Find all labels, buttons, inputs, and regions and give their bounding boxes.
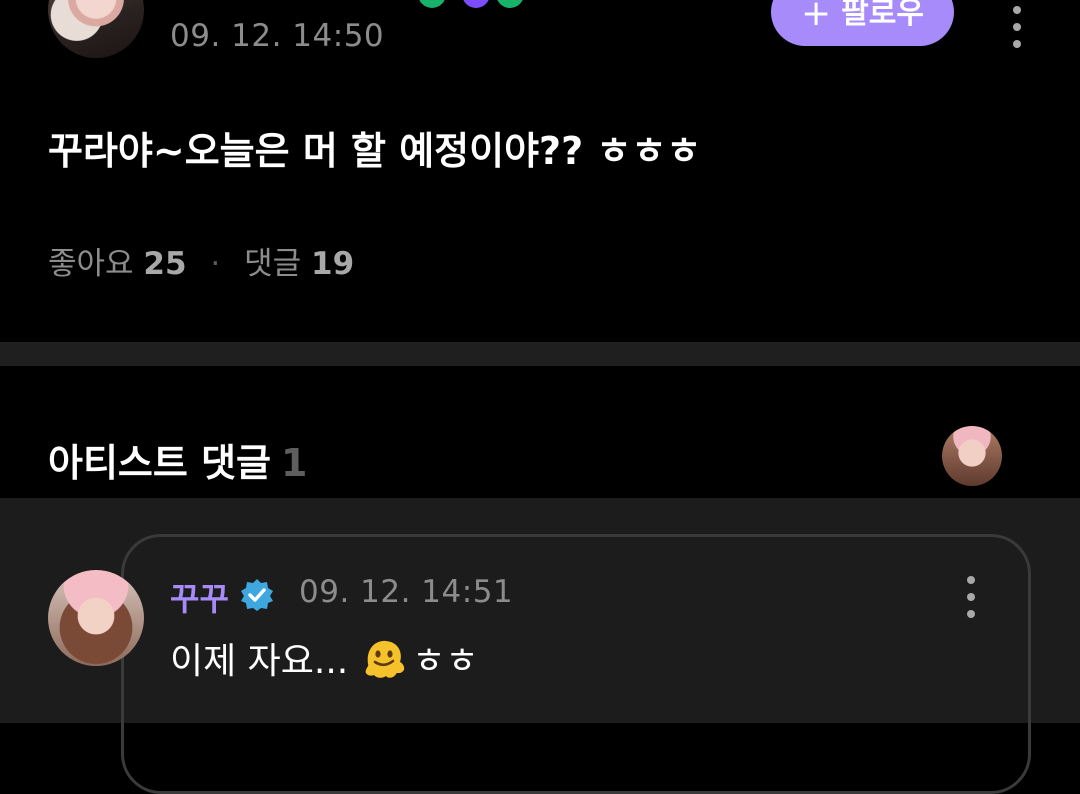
comment-more-options-icon[interactable]: [966, 576, 976, 618]
post-more-options-icon[interactable]: [1012, 6, 1022, 48]
artist-avatar[interactable]: [942, 426, 1002, 486]
melting-face-emoji-icon: [365, 640, 405, 678]
post-stats: 좋아요 25 · 댓글 19: [48, 238, 354, 283]
section-divider: [0, 342, 1080, 366]
author-badge-green2-icon: [496, 0, 524, 8]
likes-label[interactable]: 좋아요: [48, 246, 134, 282]
verified-badge-icon: [241, 579, 273, 611]
author-badge-purple-icon: [462, 0, 490, 8]
comment-author-avatar[interactable]: [48, 570, 144, 666]
comments-count[interactable]: 19: [311, 246, 354, 282]
follow-label: 팔로우: [841, 0, 924, 31]
comment-text-main: 이제 자요...: [170, 641, 349, 682]
comment-text: 이제 자요... ㅎㅎ: [170, 632, 479, 684]
stats-separator: ·: [210, 246, 221, 282]
artist-comments-count: 1: [281, 441, 308, 485]
author-badge-green-icon: [418, 0, 446, 8]
artist-comments-heading: 아티스트 댓글 1: [48, 432, 307, 487]
comments-label[interactable]: 댓글: [244, 246, 301, 282]
comment-text-suffix: ㅎㅎ: [412, 641, 479, 682]
artist-comments-title: 아티스트 댓글: [48, 441, 271, 485]
post-author-avatar[interactable]: [48, 0, 144, 58]
post-timestamp: 09. 12. 14:50: [170, 18, 385, 54]
comment-author-name[interactable]: 꾸꾸: [170, 574, 229, 620]
comment-timestamp: 09. 12. 14:51: [299, 574, 514, 610]
post-text: 꾸라야~오늘은 머 할 예정이야?? ㅎㅎㅎ: [48, 129, 702, 173]
likes-count[interactable]: 25: [143, 246, 186, 282]
plus-icon: +: [801, 0, 832, 34]
follow-button[interactable]: + 팔로우: [771, 0, 954, 46]
